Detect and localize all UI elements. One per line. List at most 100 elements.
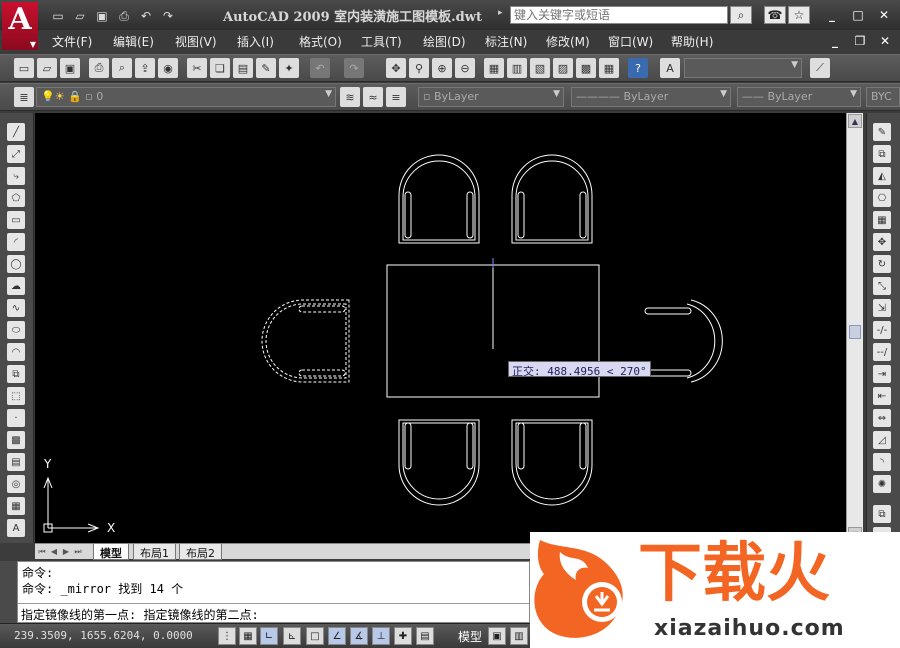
chair-top-right[interactable] [511, 154, 593, 244]
lineweight-dropdown[interactable]: —— ByLayer ▼ [737, 87, 861, 107]
qnew-icon[interactable]: ▭ [14, 58, 34, 78]
command-prompt[interactable]: 指定镜像线的第一点: 指定镜像线的第二点: [18, 603, 529, 623]
layer-tools-icon[interactable]: ⧉ [873, 505, 891, 523]
arc-icon[interactable]: ◜ [7, 233, 25, 251]
quick-view-drawings-icon[interactable]: ▥ [510, 627, 528, 645]
redo-icon[interactable]: ↷ [158, 8, 178, 24]
layer-properties-icon[interactable]: ≣ [14, 87, 34, 107]
multiline-text-icon[interactable]: A [7, 519, 25, 537]
object-snap-icon[interactable]: ∠ [328, 627, 346, 645]
design-center-icon[interactable]: ▥ [507, 58, 527, 78]
lineweight-icon[interactable]: ▤ [416, 627, 434, 645]
copy-icon[interactable]: ❏ [210, 58, 230, 78]
chair-top-left[interactable] [398, 154, 480, 244]
tab-layout2[interactable]: 布局2 [179, 544, 222, 560]
stretch-icon[interactable]: ⇲ [873, 299, 891, 317]
last-tab-icon[interactable]: ⏭ [73, 546, 83, 557]
undo-icon[interactable]: ↶ [310, 58, 330, 78]
command-window-handle[interactable] [0, 561, 17, 623]
new-file-icon[interactable]: ▭ [48, 8, 68, 24]
vertical-scrollbar[interactable]: ▲ ▼ [846, 113, 863, 543]
spline-icon[interactable]: ∿ [7, 299, 25, 317]
markup-icon[interactable]: ▩ [576, 58, 596, 78]
communication-center-icon[interactable]: ☎ [764, 6, 786, 24]
chair-left-selected[interactable] [261, 299, 350, 383]
erase-icon[interactable]: ✎ [873, 123, 891, 141]
linetype-dropdown[interactable]: ———— ByLayer ▼ [571, 87, 731, 107]
open-icon[interactable]: ▱ [37, 58, 57, 78]
table-icon[interactable]: ▦ [7, 497, 25, 515]
coordinate-readout[interactable]: 239.3509, 1655.6204, 0.0000 [14, 629, 193, 642]
menu-format[interactable]: 格式(O) [299, 33, 342, 50]
dynamic-input-icon[interactable]: ✚ [394, 627, 412, 645]
layer-previous-icon[interactable]: ≈ [363, 87, 383, 107]
block-editor-icon[interactable]: ✦ [279, 58, 299, 78]
snap-mode-icon[interactable]: ▦ [239, 627, 257, 645]
calculator-icon[interactable]: ▦ [599, 58, 619, 78]
text-style-dropdown[interactable]: ▼ [684, 58, 802, 78]
publish-icon[interactable]: ⇪ [135, 58, 155, 78]
join-icon[interactable]: ⇔ [873, 409, 891, 427]
sheet-set-icon[interactable]: ▨ [553, 58, 573, 78]
fillet-icon[interactable]: ◝ [873, 453, 891, 471]
drawing-canvas[interactable]: Y X 正交: 488.4956 < 270° [35, 113, 846, 543]
array-icon[interactable]: ▦ [873, 211, 891, 229]
zoom-window-icon[interactable]: ⊕ [432, 58, 452, 78]
search-icon[interactable]: ⌕ [730, 6, 752, 24]
tool-palettes-icon[interactable]: ▧ [530, 58, 550, 78]
text-style-icon[interactable]: A [660, 58, 680, 78]
rotate-icon[interactable]: ↻ [873, 255, 891, 273]
chair-bottom-left[interactable] [398, 419, 480, 506]
polygon-icon[interactable]: ⬠ [7, 189, 25, 207]
object-snap-tracking-icon[interactable]: ∡ [350, 627, 368, 645]
break-icon[interactable]: ⇤ [873, 387, 891, 405]
plot-icon[interactable]: ⎙ [89, 58, 109, 78]
help-search-input[interactable] [510, 6, 728, 24]
trim-icon[interactable]: -/- [873, 321, 891, 339]
maximize-window-icon[interactable]: □ [850, 8, 866, 22]
3d-dwf-icon[interactable]: ◉ [158, 58, 178, 78]
chair-right-mirrored[interactable] [644, 299, 723, 383]
menu-help[interactable]: 帮助(H) [671, 33, 713, 50]
paste-icon[interactable]: ▤ [233, 58, 253, 78]
layer-states-icon[interactable]: ≡ [386, 87, 406, 107]
move-icon[interactable]: ✥ [873, 233, 891, 251]
ellipse-arc-icon[interactable]: ◠ [7, 343, 25, 361]
chair-bottom-right[interactable] [511, 419, 593, 506]
menu-tools[interactable]: 工具(T) [361, 33, 402, 50]
doc-close-icon[interactable]: ✕ [877, 34, 893, 48]
doc-restore-icon[interactable]: ❐ [852, 34, 868, 48]
redo-icon[interactable]: ↷ [344, 58, 364, 78]
ortho-mode-icon[interactable]: ⊾ [283, 627, 301, 645]
break-at-point-icon[interactable]: ⇥ [873, 365, 891, 383]
menu-edit[interactable]: 编辑(E) [113, 33, 154, 50]
chamfer-icon[interactable]: ◿ [873, 431, 891, 449]
prev-tab-icon[interactable]: ◀ [49, 546, 59, 557]
offset-icon[interactable]: ⎔ [873, 189, 891, 207]
favorites-star-icon[interactable]: ☆ [788, 6, 810, 24]
open-folder-icon[interactable]: ▱ [70, 8, 90, 24]
zoom-realtime-icon[interactable]: ⚲ [409, 58, 429, 78]
construction-line-icon[interactable]: ⤢ [7, 145, 25, 163]
dynamic-ucs-icon[interactable]: ⊥ [372, 627, 390, 645]
command-window[interactable]: 命令: 命令: _mirror 找到 14 个 指定镜像线的第一点: 指定镜像线… [17, 561, 530, 623]
region-icon[interactable]: ◎ [7, 475, 25, 493]
menu-draw[interactable]: 绘图(D) [423, 33, 466, 50]
help-icon[interactable]: ? [628, 58, 648, 78]
undo-icon[interactable]: ↶ [136, 8, 156, 24]
menu-dimension[interactable]: 标注(N) [485, 33, 527, 50]
color-dropdown[interactable]: ▫ ByLayer ▼ [418, 87, 564, 107]
menu-view[interactable]: 视图(V) [175, 33, 217, 50]
dim-style-icon[interactable]: ⟋ [810, 58, 830, 78]
properties-icon[interactable]: ▦ [484, 58, 504, 78]
revision-cloud-icon[interactable]: ☁ [7, 277, 25, 295]
menu-file[interactable]: 文件(F) [52, 33, 92, 50]
point-icon[interactable]: · [7, 409, 25, 427]
print-icon[interactable]: ⎙ [114, 8, 134, 24]
hatch-icon[interactable]: ▩ [7, 431, 25, 449]
infer-constraints-icon[interactable]: ⋮ [218, 627, 236, 645]
model-space-toggle[interactable]: 模型 [458, 628, 482, 645]
zoom-previous-icon[interactable]: ⊖ [455, 58, 475, 78]
match-properties-icon[interactable]: ✎ [256, 58, 276, 78]
polyline-icon[interactable]: ⤷ [7, 167, 25, 185]
